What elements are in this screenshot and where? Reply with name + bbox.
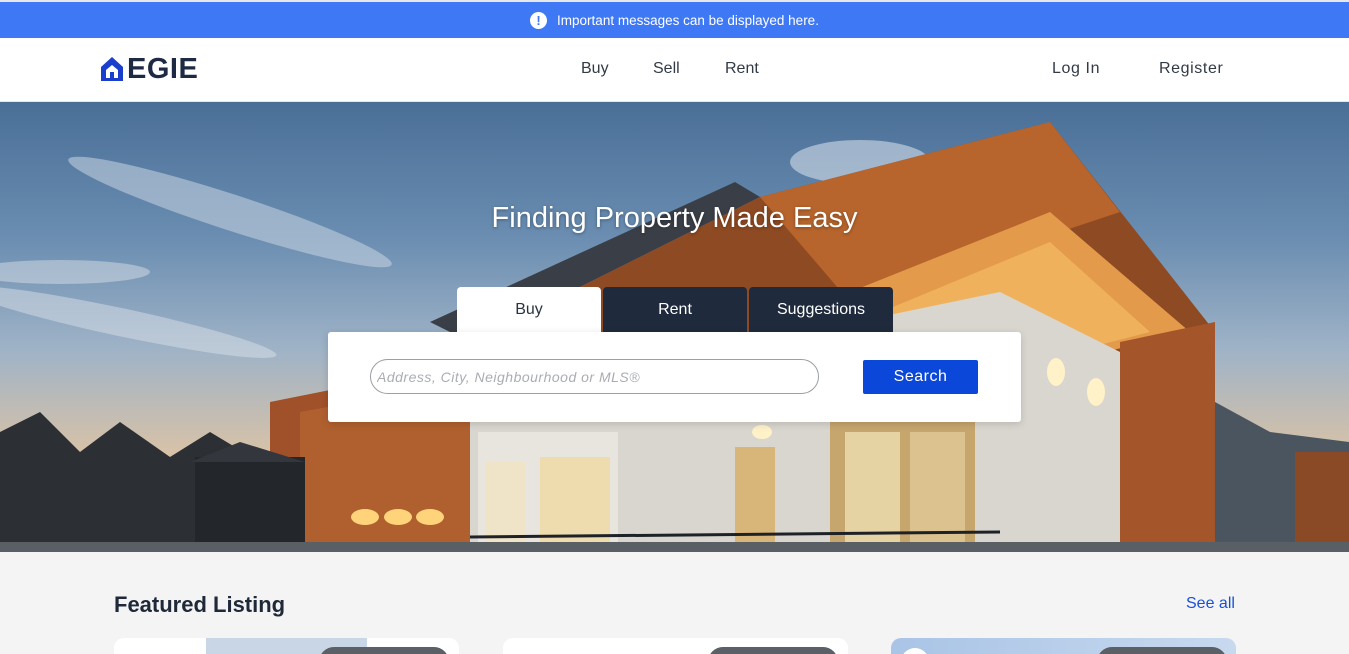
- logo-text: EGIE: [127, 53, 199, 85]
- login-link[interactable]: Log In: [1052, 60, 1100, 78]
- see-all-link[interactable]: See all: [1186, 595, 1235, 613]
- tab-suggestions[interactable]: Suggestions: [749, 287, 893, 332]
- tab-buy[interactable]: Buy: [457, 287, 601, 332]
- search-panel: Search: [328, 332, 1021, 422]
- search-tabs: Buy Rent Suggestions: [457, 287, 895, 332]
- listing-badge: [1097, 647, 1227, 654]
- notice-text: Important messages can be displayed here…: [557, 12, 819, 28]
- listing-badge: [319, 647, 449, 654]
- house-logo-icon: [101, 57, 123, 81]
- top-navbar: EGIE Buy Sell Rent Log In Register: [0, 38, 1349, 102]
- search-input[interactable]: [370, 359, 819, 394]
- hero-section: Finding Property Made Easy Buy Rent Sugg…: [0, 102, 1349, 552]
- listing-card[interactable]: [503, 638, 848, 654]
- featured-section: Featured Listing See all: [0, 552, 1349, 654]
- nav-rent-link[interactable]: Rent: [725, 60, 759, 78]
- hero-title: Finding Property Made Easy: [491, 202, 858, 234]
- featured-title: Featured Listing: [114, 592, 286, 617]
- alert-icon: !: [530, 11, 548, 29]
- listing-badge: [708, 647, 838, 654]
- nav-buy-link[interactable]: Buy: [581, 60, 609, 78]
- tab-rent[interactable]: Rent: [603, 287, 747, 332]
- listing-card[interactable]: [891, 638, 1236, 654]
- nav-sell-link[interactable]: Sell: [653, 60, 680, 78]
- notice-banner: ! Important messages can be displayed he…: [0, 2, 1349, 38]
- search-button[interactable]: Search: [863, 360, 978, 394]
- register-link[interactable]: Register: [1159, 60, 1223, 78]
- listing-card[interactable]: [114, 638, 459, 654]
- logo[interactable]: EGIE: [101, 53, 199, 85]
